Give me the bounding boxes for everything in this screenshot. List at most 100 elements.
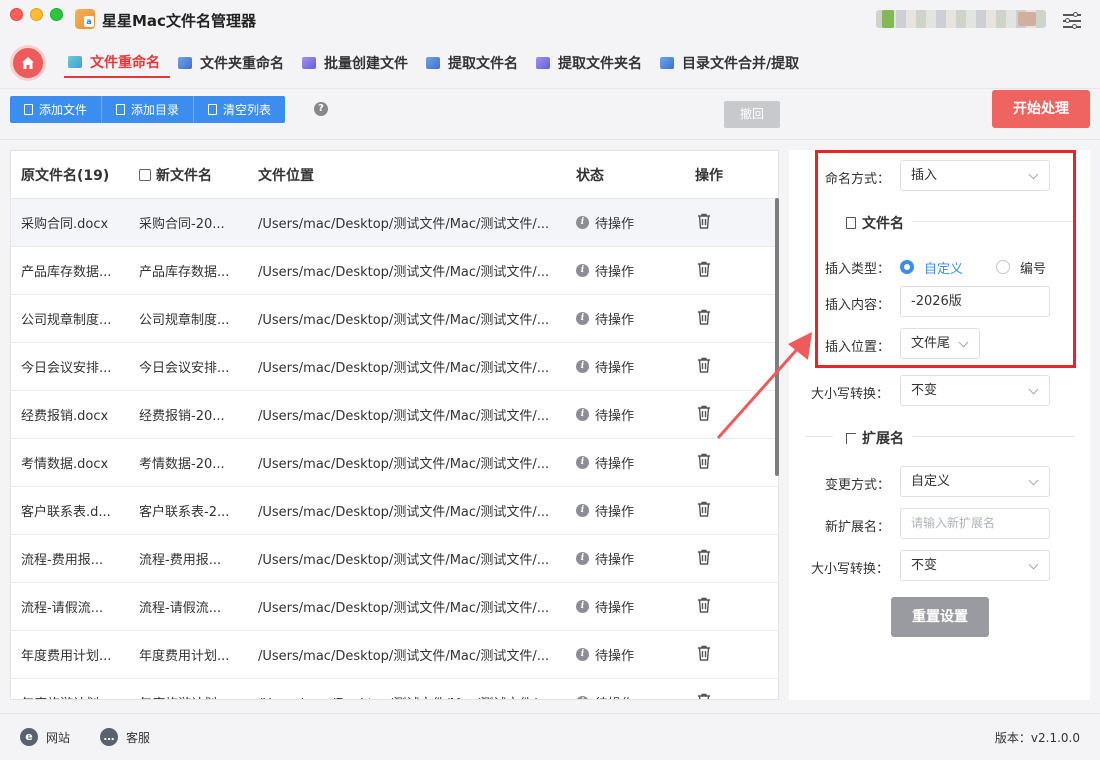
table-row[interactable]: 产品库存数据... 产品库存数据... /Users/mac/Desktop/测试文… xyxy=(11,247,778,295)
section-divider xyxy=(913,221,1073,222)
delete-icon[interactable] xyxy=(695,548,713,566)
delete-icon[interactable] xyxy=(695,212,713,230)
change-mode-select[interactable]: 自定义 xyxy=(900,466,1050,497)
insert-content-label: 插入内容： xyxy=(825,298,891,313)
original-name-cell: 产品库存数据... xyxy=(21,265,112,280)
status-cell: i待操作 xyxy=(566,501,685,520)
status-cell: i待操作 xyxy=(566,453,685,472)
new-name-cell: 考情数据-20... xyxy=(139,457,225,472)
table-row[interactable]: 年度旅游计划...年度旅游计划.../Users/mac/Desktop/测试文… xyxy=(11,679,778,701)
status-cell: i待操作 xyxy=(566,645,685,664)
user-account-avatar[interactable] xyxy=(876,10,1046,28)
extension-case-select[interactable]: 不变 xyxy=(900,550,1050,581)
action-cell xyxy=(685,212,765,234)
start-processing-button[interactable]: 开始处理 xyxy=(992,90,1090,128)
insert-type-number-label[interactable]: 编号 xyxy=(1020,258,1046,277)
insert-position-select[interactable]: 文件尾 xyxy=(900,328,980,359)
support-link[interactable]: … 客服 xyxy=(100,728,150,746)
info-icon: i xyxy=(576,264,589,277)
info-icon: i xyxy=(576,600,589,613)
delete-icon[interactable] xyxy=(695,260,713,278)
add-directory-button[interactable]: 添加目录 xyxy=(102,96,195,123)
extract-filename-icon xyxy=(426,57,440,69)
table-row[interactable]: 采购合同.docx 采购合同-20... /Users/mac/Desktop/测试… xyxy=(11,199,778,247)
reset-settings-button[interactable]: 重置设置 xyxy=(891,597,989,637)
table-row[interactable]: 考情数据.docx 考情数据-20... /Users/mac/Desktop/测试… xyxy=(11,439,778,487)
case-convert-select[interactable]: 不变 xyxy=(900,375,1050,406)
file-table: 原文件名(19) 新文件名 文件位置 状态 操作 采购合同.docx 采购合同-2… xyxy=(10,150,779,700)
new-extension-input[interactable]: 请输入新扩展名 xyxy=(900,508,1050,539)
change-mode-label: 变更方式： xyxy=(825,478,891,493)
extension-section-title: 扩展名 xyxy=(846,428,904,448)
insert-type-custom-radio[interactable] xyxy=(900,260,914,274)
new-name-cell: 产品库存数据... xyxy=(139,265,230,280)
original-name-cell: 流程-请假流... xyxy=(21,601,104,616)
tab-file-rename[interactable]: 文件重命名 xyxy=(64,48,170,78)
insert-type-number-radio[interactable] xyxy=(996,260,1010,274)
tab-extract-filename[interactable]: 提取文件名 xyxy=(422,48,528,78)
delete-icon[interactable] xyxy=(695,596,713,614)
trash-icon xyxy=(208,104,218,115)
add-file-button[interactable]: 添加文件 xyxy=(10,96,103,123)
chevron-down-icon xyxy=(958,337,969,348)
location-cell: /Users/mac/Desktop/测试文件/Mac/测试文件/... xyxy=(258,601,550,616)
home-button[interactable] xyxy=(13,48,43,78)
table-row[interactable]: 客户联系表.d... 客户联系表-2... /Users/mac/Desktop/测… xyxy=(11,487,778,535)
zoom-window-button[interactable] xyxy=(50,8,63,21)
original-name-cell: 采购合同.docx xyxy=(21,217,109,232)
close-window-button[interactable] xyxy=(10,8,23,21)
table-row[interactable]: 流程-费用报... 流程-费用报... /Users/mac/Desktop/测试文… xyxy=(11,535,778,583)
table-row[interactable]: 年度费用计划... 年度费用计划... /Users/mac/Desktop/测试文… xyxy=(11,631,778,679)
tab-batch-create[interactable]: 批量创建文件 xyxy=(298,48,418,78)
browser-icon: e xyxy=(20,728,38,746)
new-extension-label: 新扩展名： xyxy=(825,520,891,535)
footer: e 网站 … 客服 版本：v2.1.0.0 xyxy=(0,713,1100,760)
extension-icon xyxy=(846,432,856,444)
delete-icon[interactable] xyxy=(695,500,713,518)
header-original-name[interactable]: 原文件名(19) xyxy=(11,165,129,185)
delete-icon[interactable] xyxy=(695,692,713,701)
action-cell xyxy=(685,260,765,282)
undo-button[interactable]: 撤回 xyxy=(724,101,780,128)
location-cell: /Users/mac/Desktop/测试文件/Mac/测试文件/... xyxy=(258,649,550,664)
new-name-cell: 年度费用计划... xyxy=(139,649,230,664)
minimize-window-button[interactable] xyxy=(30,8,43,21)
tab-folder-rename[interactable]: 文件夹重命名 xyxy=(174,48,294,78)
table-row[interactable]: 公司规章制度... 公司规章制度... /Users/mac/Desktop/测试文… xyxy=(11,295,778,343)
header-new-name[interactable]: 新文件名 xyxy=(129,165,248,185)
naming-mode-select[interactable]: 插入 xyxy=(900,160,1050,191)
table-row[interactable]: 今日会议安排... 今日会议安排... /Users/mac/Desktop/测试文… xyxy=(11,343,778,391)
delete-icon[interactable] xyxy=(695,452,713,470)
settings-sliders-icon[interactable] xyxy=(1063,11,1081,29)
original-name-cell: 今日会议安排... xyxy=(21,361,112,376)
table-row[interactable]: 经费报销.docx 经费报销-20... /Users/mac/Desktop/测试… xyxy=(11,391,778,439)
info-icon: i xyxy=(576,360,589,373)
status-cell: i待操作 xyxy=(566,357,685,376)
website-link[interactable]: e 网站 xyxy=(20,728,70,746)
extension-case-label: 大小写转换： xyxy=(811,562,890,577)
chevron-down-icon xyxy=(1028,559,1039,570)
naming-mode-label: 命名方式： xyxy=(825,172,891,187)
original-name-cell: 年度旅游计划... xyxy=(11,693,129,699)
insert-content-input[interactable]: -2026版 xyxy=(900,286,1050,317)
insert-type-custom-label[interactable]: 自定义 xyxy=(924,258,963,277)
tab-merge-extract[interactable]: 目录文件合并/提取 xyxy=(656,48,809,78)
info-icon: i xyxy=(576,408,589,421)
status-cell: i待操作 xyxy=(566,549,685,568)
table-row[interactable]: 流程-请假流... 流程-请假流... /Users/mac/Desktop/测试文… xyxy=(11,583,778,631)
folder-icon xyxy=(116,104,126,115)
delete-icon[interactable] xyxy=(695,644,713,662)
new-name-cell: 今日会议安排... xyxy=(139,361,230,376)
tab-extract-foldername[interactable]: 提取文件夹名 xyxy=(532,48,652,78)
folder-rename-icon xyxy=(178,57,192,69)
action-cell xyxy=(685,596,765,618)
status-cell: i待操作 xyxy=(566,597,685,616)
location-cell: /Users/mac/Desktop/测试文件/Mac/测试文件/... xyxy=(258,217,550,232)
original-name-cell: 客户联系表.d... xyxy=(21,505,111,520)
location-cell: /Users/mac/Desktop/测试文件/Mac/测试文件/... xyxy=(258,553,550,568)
app-title: 星星Mac文件名管理器 xyxy=(102,12,256,30)
location-cell: /Users/mac/Desktop/测试文件/Mac/测试文件/... xyxy=(258,505,550,520)
merge-extract-icon xyxy=(660,57,674,69)
clear-list-button[interactable]: 清空列表 xyxy=(194,96,286,123)
help-icon[interactable]: ? xyxy=(314,102,328,116)
